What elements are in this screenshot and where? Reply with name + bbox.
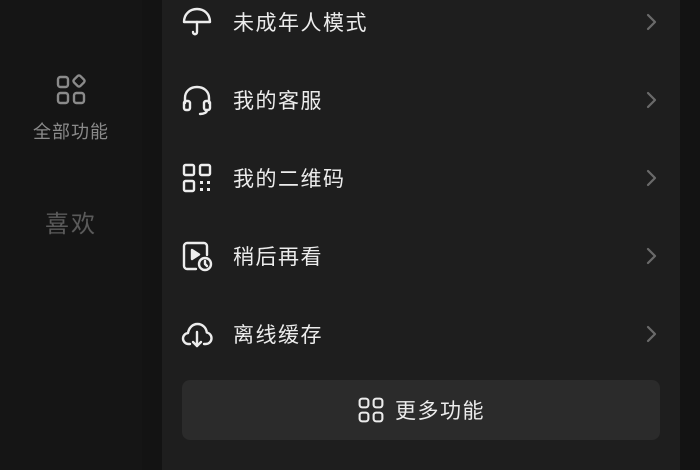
menu-item-label: 我的二维码 xyxy=(233,167,346,191)
menu-item-qr-code[interactable]: 我的二维码 xyxy=(162,148,680,208)
sidebar-item-label: 喜欢 xyxy=(45,210,97,238)
qr-code-icon xyxy=(182,163,212,193)
more-features-label: 更多功能 xyxy=(395,399,485,423)
headset-icon xyxy=(182,85,212,116)
menu-item-label: 离线缓存 xyxy=(233,323,323,347)
chevron-right-icon xyxy=(646,91,657,109)
menu-item-offline-cache[interactable]: 离线缓存 xyxy=(162,304,680,364)
watch-later-icon xyxy=(182,241,213,272)
cloud-download-icon xyxy=(181,322,213,348)
chevron-right-icon xyxy=(646,13,657,31)
grid-apps-icon xyxy=(358,397,384,423)
chevron-right-icon xyxy=(646,169,657,187)
menu-item-minor-mode[interactable]: 未成年人模式 xyxy=(162,0,680,52)
sidebar-item-like[interactable]: 喜欢 xyxy=(0,204,142,239)
chevron-right-icon xyxy=(646,247,657,265)
more-features-button[interactable]: 更多功能 xyxy=(182,380,660,440)
app-screen: 全部功能 喜欢 未成年人模式 我的客服 我的二维码 稍后再看 离线缓存 更多功能 xyxy=(0,0,700,470)
menu-item-label: 未成年人模式 xyxy=(233,11,368,35)
menu-item-label: 我的客服 xyxy=(233,89,323,113)
menu-item-customer-service[interactable]: 我的客服 xyxy=(162,70,680,130)
sidebar-item-all-features[interactable]: 全部功能 xyxy=(0,74,142,144)
chevron-right-icon xyxy=(646,325,657,343)
sidebar-item-label: 全部功能 xyxy=(33,122,109,143)
menu-panel: 未成年人模式 我的客服 我的二维码 稍后再看 离线缓存 更多功能 xyxy=(162,0,680,470)
sidebar: 全部功能 喜欢 xyxy=(0,0,142,470)
menu-item-label: 稍后再看 xyxy=(233,245,323,269)
menu-item-watch-later[interactable]: 稍后再看 xyxy=(162,226,680,286)
umbrella-icon xyxy=(182,7,212,36)
grid-apps-icon xyxy=(56,74,86,105)
